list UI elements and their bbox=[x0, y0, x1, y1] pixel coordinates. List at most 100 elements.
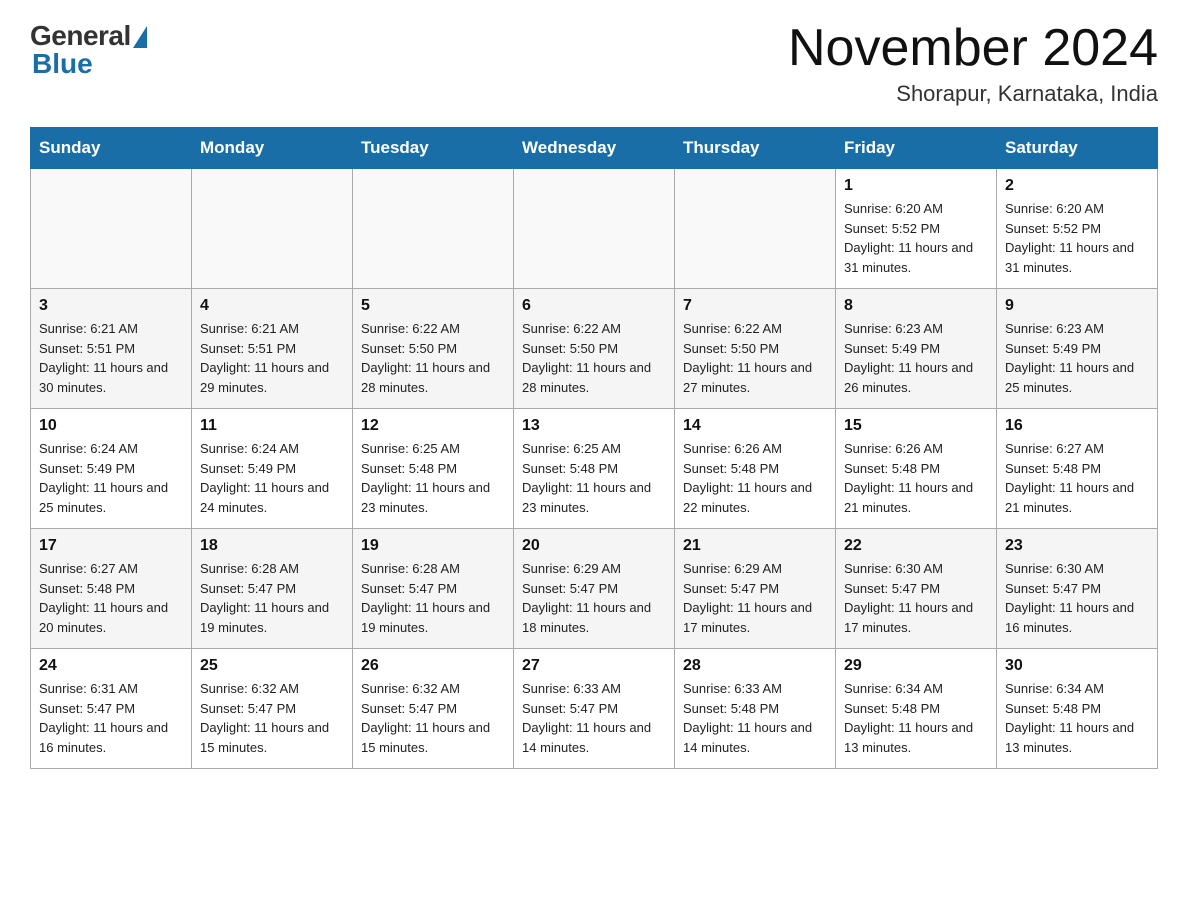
day-info: Sunrise: 6:23 AM Sunset: 5:49 PM Dayligh… bbox=[844, 319, 988, 397]
logo: General Blue bbox=[30, 20, 147, 80]
calendar-body: 1 Sunrise: 6:20 AM Sunset: 5:52 PM Daylig… bbox=[31, 169, 1158, 769]
day-info: Sunrise: 6:20 AM Sunset: 5:52 PM Dayligh… bbox=[844, 199, 988, 277]
day-number: 2 bbox=[1005, 177, 1149, 195]
calendar-header: SundayMondayTuesdayWednesdayThursdayFrid… bbox=[31, 128, 1158, 169]
day-number: 1 bbox=[844, 177, 988, 195]
day-info: Sunrise: 6:28 AM Sunset: 5:47 PM Dayligh… bbox=[200, 559, 344, 637]
day-info: Sunrise: 6:21 AM Sunset: 5:51 PM Dayligh… bbox=[200, 319, 344, 397]
day-number: 3 bbox=[39, 297, 183, 315]
day-info: Sunrise: 6:28 AM Sunset: 5:47 PM Dayligh… bbox=[361, 559, 505, 637]
day-info: Sunrise: 6:22 AM Sunset: 5:50 PM Dayligh… bbox=[683, 319, 827, 397]
title-block: November 2024 Shorapur, Karnataka, India bbox=[788, 20, 1158, 107]
day-number: 9 bbox=[1005, 297, 1149, 315]
day-number: 10 bbox=[39, 417, 183, 435]
day-cell: 30 Sunrise: 6:34 AM Sunset: 5:48 PM Dayli… bbox=[997, 649, 1158, 769]
day-number: 13 bbox=[522, 417, 666, 435]
day-cell: 16Sunrise: 6:27 AM Sunset: 5:48 PM Dayli… bbox=[997, 409, 1158, 529]
weekday-header-thursday: Thursday bbox=[675, 128, 836, 169]
week-row-1: 1 Sunrise: 6:20 AM Sunset: 5:52 PM Daylig… bbox=[31, 169, 1158, 289]
week-row-5: 24 Sunrise: 6:31 AM Sunset: 5:47 PM Dayli… bbox=[31, 649, 1158, 769]
day-number: 19 bbox=[361, 537, 505, 555]
day-cell: 7 Sunrise: 6:22 AM Sunset: 5:50 PM Daylig… bbox=[675, 289, 836, 409]
day-info: Sunrise: 6:30 AM Sunset: 5:47 PM Dayligh… bbox=[844, 559, 988, 637]
day-cell: 11 Sunrise: 6:24 AM Sunset: 5:49 PM Dayli… bbox=[192, 409, 353, 529]
weekday-header-row: SundayMondayTuesdayWednesdayThursdayFrid… bbox=[31, 128, 1158, 169]
day-cell bbox=[353, 169, 514, 289]
day-info: Sunrise: 6:24 AM Sunset: 5:49 PM Dayligh… bbox=[39, 439, 183, 517]
logo-blue-text: Blue bbox=[32, 48, 93, 80]
day-number: 8 bbox=[844, 297, 988, 315]
day-cell: 9 Sunrise: 6:23 AM Sunset: 5:49 PM Daylig… bbox=[997, 289, 1158, 409]
day-cell: 25Sunrise: 6:32 AM Sunset: 5:47 PM Dayli… bbox=[192, 649, 353, 769]
day-info: Sunrise: 6:32 AM Sunset: 5:47 PM Dayligh… bbox=[200, 679, 344, 757]
day-cell: 6Sunrise: 6:22 AM Sunset: 5:50 PM Daylig… bbox=[514, 289, 675, 409]
day-number: 4 bbox=[200, 297, 344, 315]
day-cell: 23 Sunrise: 6:30 AM Sunset: 5:47 PM Dayli… bbox=[997, 529, 1158, 649]
day-info: Sunrise: 6:29 AM Sunset: 5:47 PM Dayligh… bbox=[683, 559, 827, 637]
calendar-table: SundayMondayTuesdayWednesdayThursdayFrid… bbox=[30, 127, 1158, 769]
day-number: 26 bbox=[361, 657, 505, 675]
day-info: Sunrise: 6:31 AM Sunset: 5:47 PM Dayligh… bbox=[39, 679, 183, 757]
day-number: 17 bbox=[39, 537, 183, 555]
day-cell: 12Sunrise: 6:25 AM Sunset: 5:48 PM Dayli… bbox=[353, 409, 514, 529]
day-number: 21 bbox=[683, 537, 827, 555]
day-number: 5 bbox=[361, 297, 505, 315]
day-info: Sunrise: 6:20 AM Sunset: 5:52 PM Dayligh… bbox=[1005, 199, 1149, 277]
day-cell: 3 Sunrise: 6:21 AM Sunset: 5:51 PM Daylig… bbox=[31, 289, 192, 409]
day-cell: 2 Sunrise: 6:20 AM Sunset: 5:52 PM Daylig… bbox=[997, 169, 1158, 289]
day-number: 20 bbox=[522, 537, 666, 555]
day-info: Sunrise: 6:22 AM Sunset: 5:50 PM Dayligh… bbox=[522, 319, 666, 397]
day-cell: 24 Sunrise: 6:31 AM Sunset: 5:47 PM Dayli… bbox=[31, 649, 192, 769]
weekday-header-saturday: Saturday bbox=[997, 128, 1158, 169]
day-number: 22 bbox=[844, 537, 988, 555]
weekday-header-tuesday: Tuesday bbox=[353, 128, 514, 169]
day-cell: 27Sunrise: 6:33 AM Sunset: 5:47 PM Dayli… bbox=[514, 649, 675, 769]
day-info: Sunrise: 6:33 AM Sunset: 5:48 PM Dayligh… bbox=[683, 679, 827, 757]
day-cell: 14Sunrise: 6:26 AM Sunset: 5:48 PM Dayli… bbox=[675, 409, 836, 529]
day-cell bbox=[675, 169, 836, 289]
weekday-header-wednesday: Wednesday bbox=[514, 128, 675, 169]
day-cell: 1 Sunrise: 6:20 AM Sunset: 5:52 PM Daylig… bbox=[836, 169, 997, 289]
day-info: Sunrise: 6:25 AM Sunset: 5:48 PM Dayligh… bbox=[522, 439, 666, 517]
day-cell bbox=[514, 169, 675, 289]
day-number: 18 bbox=[200, 537, 344, 555]
day-info: Sunrise: 6:24 AM Sunset: 5:49 PM Dayligh… bbox=[200, 439, 344, 517]
week-row-3: 10 Sunrise: 6:24 AM Sunset: 5:49 PM Dayli… bbox=[31, 409, 1158, 529]
day-cell: 28 Sunrise: 6:33 AM Sunset: 5:48 PM Dayli… bbox=[675, 649, 836, 769]
day-number: 29 bbox=[844, 657, 988, 675]
day-number: 15 bbox=[844, 417, 988, 435]
day-info: Sunrise: 6:34 AM Sunset: 5:48 PM Dayligh… bbox=[844, 679, 988, 757]
day-number: 30 bbox=[1005, 657, 1149, 675]
day-info: Sunrise: 6:21 AM Sunset: 5:51 PM Dayligh… bbox=[39, 319, 183, 397]
day-cell: 18 Sunrise: 6:28 AM Sunset: 5:47 PM Dayli… bbox=[192, 529, 353, 649]
weekday-header-monday: Monday bbox=[192, 128, 353, 169]
day-cell: 19 Sunrise: 6:28 AM Sunset: 5:47 PM Dayli… bbox=[353, 529, 514, 649]
day-info: Sunrise: 6:22 AM Sunset: 5:50 PM Dayligh… bbox=[361, 319, 505, 397]
day-info: Sunrise: 6:25 AM Sunset: 5:48 PM Dayligh… bbox=[361, 439, 505, 517]
day-number: 16 bbox=[1005, 417, 1149, 435]
day-info: Sunrise: 6:30 AM Sunset: 5:47 PM Dayligh… bbox=[1005, 559, 1149, 637]
day-cell: 8 Sunrise: 6:23 AM Sunset: 5:49 PM Daylig… bbox=[836, 289, 997, 409]
day-cell: 22 Sunrise: 6:30 AM Sunset: 5:47 PM Dayli… bbox=[836, 529, 997, 649]
location-text: Shorapur, Karnataka, India bbox=[788, 81, 1158, 107]
day-cell: 5 Sunrise: 6:22 AM Sunset: 5:50 PM Daylig… bbox=[353, 289, 514, 409]
day-cell: 13 Sunrise: 6:25 AM Sunset: 5:48 PM Dayli… bbox=[514, 409, 675, 529]
day-number: 28 bbox=[683, 657, 827, 675]
day-number: 7 bbox=[683, 297, 827, 315]
day-number: 24 bbox=[39, 657, 183, 675]
day-number: 27 bbox=[522, 657, 666, 675]
day-number: 14 bbox=[683, 417, 827, 435]
day-info: Sunrise: 6:26 AM Sunset: 5:48 PM Dayligh… bbox=[844, 439, 988, 517]
logo-triangle-icon bbox=[133, 26, 147, 48]
day-cell: 15 Sunrise: 6:26 AM Sunset: 5:48 PM Dayli… bbox=[836, 409, 997, 529]
day-cell: 20Sunrise: 6:29 AM Sunset: 5:47 PM Dayli… bbox=[514, 529, 675, 649]
day-cell: 29 Sunrise: 6:34 AM Sunset: 5:48 PM Dayli… bbox=[836, 649, 997, 769]
day-info: Sunrise: 6:34 AM Sunset: 5:48 PM Dayligh… bbox=[1005, 679, 1149, 757]
day-number: 11 bbox=[200, 417, 344, 435]
week-row-4: 17 Sunrise: 6:27 AM Sunset: 5:48 PM Dayli… bbox=[31, 529, 1158, 649]
day-info: Sunrise: 6:23 AM Sunset: 5:49 PM Dayligh… bbox=[1005, 319, 1149, 397]
day-cell bbox=[31, 169, 192, 289]
week-row-2: 3 Sunrise: 6:21 AM Sunset: 5:51 PM Daylig… bbox=[31, 289, 1158, 409]
day-info: Sunrise: 6:27 AM Sunset: 5:48 PM Dayligh… bbox=[39, 559, 183, 637]
day-number: 23 bbox=[1005, 537, 1149, 555]
